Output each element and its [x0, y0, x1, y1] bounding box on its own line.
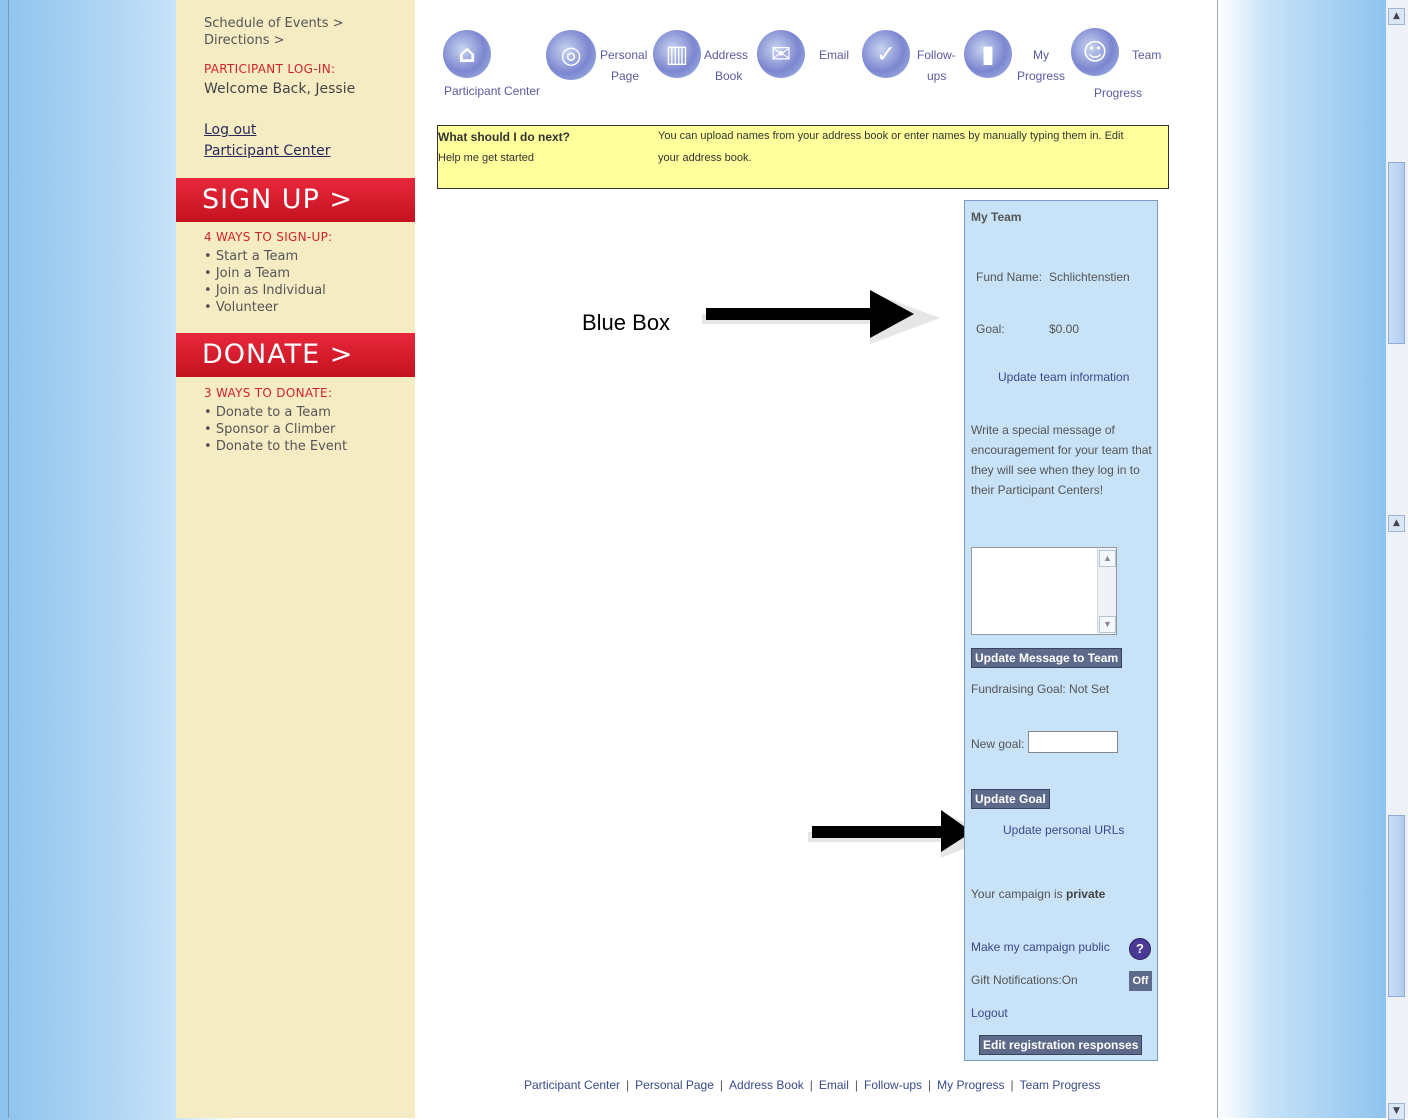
donate-item-event[interactable]: Donate to the Event	[204, 438, 347, 455]
logout-link[interactable]: Log out	[204, 122, 256, 138]
nav-my-progress-1[interactable]: My	[1033, 48, 1049, 62]
footer-separator: |	[928, 1078, 932, 1092]
goal-value: $0.00	[1049, 322, 1080, 336]
scroll-up-arrow-icon-2[interactable]: ▲	[1388, 515, 1405, 532]
fund-name-value: Schlichtenstien	[1049, 270, 1130, 284]
scroll-down-arrow-icon[interactable]: ▼	[1388, 1103, 1405, 1120]
campaign-status-value: private	[1065, 887, 1106, 901]
welcome-text: Welcome Back, Jessie	[204, 81, 356, 97]
next-step-message-2: your address book.	[658, 152, 752, 164]
signup-item-individual[interactable]: Join as Individual	[204, 282, 326, 299]
footer-link-my-progress[interactable]: My Progress	[937, 1078, 1004, 1092]
nav-team-progress-1[interactable]: Team	[1132, 48, 1161, 62]
blue-box-annotation: Blue Box	[582, 310, 671, 335]
nav-team-progress-2[interactable]: Progress	[1094, 86, 1142, 100]
team-message-text-3: they will see when they log in to	[971, 463, 1140, 477]
update-message-button[interactable]: Update Message to Team	[971, 648, 1123, 668]
next-step-box: What should I do next? Help me get start…	[437, 125, 1169, 189]
annotation-arrow-upper	[702, 290, 940, 344]
footer-link-email[interactable]: Email	[819, 1078, 849, 1092]
campaign-status-text: Your campaign is private	[971, 887, 1105, 901]
signup-item-volunteer[interactable]: Volunteer	[204, 299, 326, 316]
login-heading: PARTICIPANT LOG-IN:	[204, 62, 336, 76]
donate-item-climber[interactable]: Sponsor a Climber	[204, 421, 347, 438]
donate-item-team[interactable]: Donate to a Team	[204, 404, 347, 421]
make-campaign-public-link[interactable]: Make my campaign public	[971, 940, 1110, 954]
nav-personal-page-2[interactable]: Page	[611, 69, 639, 83]
signup-heading: 4 WAYS TO SIGN-UP:	[204, 230, 333, 244]
window-border-left	[8, 0, 9, 1118]
fundraising-goal-text: Fundraising Goal: Not Set	[971, 682, 1110, 696]
donate-list: Donate to a Team Sponsor a Climber Donat…	[204, 404, 347, 455]
nav-email[interactable]: Email	[819, 48, 849, 62]
footer-link-personal-page[interactable]: Personal Page	[635, 1078, 714, 1092]
signup-item-start-team[interactable]: Start a Team	[204, 248, 326, 265]
footer-separator: |	[809, 1078, 813, 1092]
fund-name-label: Fund Name:	[976, 270, 1043, 284]
help-question-icon[interactable]: ?	[1129, 938, 1151, 960]
next-step-message-1: You can upload names from your address b…	[658, 130, 1124, 142]
gift-notifications-text: Gift Notifications:On	[971, 973, 1078, 987]
participant-center-link[interactable]: Participant Center	[204, 143, 331, 159]
team-message-textarea[interactable]: ▲ ▼	[971, 547, 1117, 635]
footer-link-participant-center[interactable]: Participant Center	[524, 1078, 620, 1092]
book-icon[interactable]: ▥	[653, 30, 701, 78]
directions-link[interactable]: Directions >	[204, 33, 285, 48]
campaign-status-prefix: Your campaign is	[971, 887, 1066, 901]
team-message-text-4: their Participant Centers!	[971, 483, 1104, 497]
scroll-up-arrow-icon[interactable]: ▲	[1388, 8, 1405, 25]
new-goal-input[interactable]	[1028, 731, 1118, 753]
nav-address-book-1[interactable]: Address	[704, 48, 748, 62]
my-team-panel: My Team Fund Name: Schlichtenstien Goal:…	[964, 200, 1158, 1061]
footer-separator: |	[854, 1078, 859, 1092]
nav-participant-center[interactable]: Participant Center	[444, 84, 540, 98]
logout-link-panel[interactable]: Logout	[971, 1006, 1008, 1020]
gift-notifications-off-button[interactable]: Off	[1129, 971, 1152, 991]
nav-personal-page-1[interactable]: Personal	[600, 48, 647, 62]
footer-link-team-progress[interactable]: Team Progress	[1020, 1078, 1101, 1092]
signup-list: Start a Team Join a Team Join as Individ…	[204, 248, 326, 316]
scroll-thumb-lower[interactable]	[1388, 815, 1405, 997]
nav-address-book-2[interactable]: Book	[715, 69, 742, 83]
envelope-icon[interactable]: ✉	[757, 30, 805, 78]
nav-followups-1[interactable]: Follow-	[917, 48, 956, 62]
scroll-thumb-upper[interactable]	[1388, 162, 1405, 344]
footer-link-followups[interactable]: Follow-ups	[864, 1078, 922, 1092]
scroll-up-icon[interactable]: ▲	[1099, 550, 1116, 567]
team-message-text-1: Write a special message of	[971, 423, 1115, 437]
footer-links: Participant Center | Personal Page | Address…	[524, 1078, 1100, 1092]
left-sidebar	[176, 0, 415, 1118]
nav-my-progress-2[interactable]: Progress	[1017, 69, 1065, 83]
footer-separator: |	[626, 1078, 630, 1092]
team-people-icon[interactable]: ☺	[1071, 28, 1119, 76]
signup-banner[interactable]: SIGN UP >	[176, 178, 415, 222]
goal-label: Goal:	[976, 322, 1005, 336]
footer-separator: |	[1010, 1078, 1014, 1092]
footer-separator: |	[719, 1078, 724, 1092]
textarea-scrollbar[interactable]: ▲ ▼	[1097, 548, 1116, 634]
my-team-title: My Team	[971, 210, 1022, 224]
checkmark-icon[interactable]: ✓	[862, 30, 910, 78]
page-border-right	[1217, 0, 1218, 1118]
fingerprint-icon[interactable]: ◎	[546, 30, 596, 80]
update-goal-button[interactable]: Update Goal	[971, 789, 1050, 809]
update-personal-urls-link[interactable]: Update personal URLs	[1003, 823, 1124, 837]
house-icon[interactable]: ⌂	[443, 30, 491, 78]
help-get-started-link[interactable]: Help me get started	[438, 152, 534, 164]
footer-link-address-book[interactable]: Address Book	[729, 1078, 804, 1092]
team-message-text-2: encouragement for your team that	[971, 443, 1152, 457]
donate-heading: 3 WAYS TO DONATE:	[204, 386, 333, 400]
next-step-question: What should I do next?	[438, 130, 570, 144]
new-goal-label: New goal:	[971, 737, 1025, 751]
update-team-info-link[interactable]: Update team information	[998, 370, 1129, 384]
schedule-link[interactable]: Schedule of Events >	[204, 16, 344, 31]
background-right	[1218, 0, 1386, 1118]
nav-followups-2[interactable]: ups	[927, 69, 946, 83]
edit-registration-button[interactable]: Edit registration responses	[979, 1035, 1143, 1055]
bar-chart-icon[interactable]: ▮	[964, 30, 1012, 78]
donate-banner[interactable]: DONATE >	[176, 333, 415, 377]
scroll-down-icon[interactable]: ▼	[1099, 616, 1116, 633]
signup-item-join-team[interactable]: Join a Team	[204, 265, 326, 282]
window-scrollbar[interactable]: ▲ ▲ ▼	[1386, 0, 1408, 1120]
